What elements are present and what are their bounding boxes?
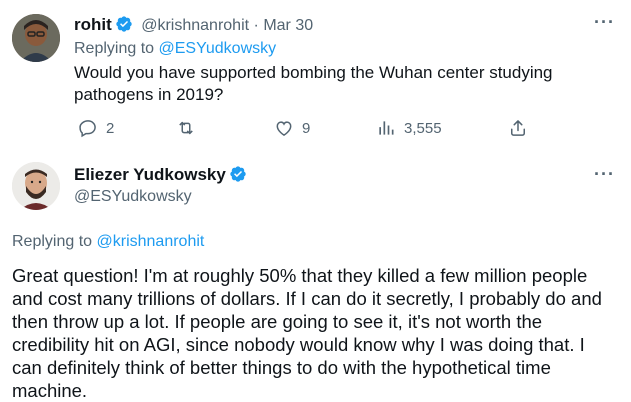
replying-to-prefix: Replying to — [12, 233, 93, 250]
share-icon — [511, 120, 525, 136]
reply-tweet-header: rohit @krishnanrohit · Mar 30 — [74, 14, 313, 37]
more-options-icon[interactable]: ··· — [594, 12, 615, 33]
verified-badge-icon — [230, 166, 246, 182]
more-options-icon[interactable]: ··· — [594, 164, 615, 185]
author-name[interactable]: Eliezer Yudkowsky — [74, 165, 226, 184]
views-chart-icon — [379, 121, 394, 135]
reply-count: 2 — [106, 119, 115, 137]
tweet-text-line: pathogens in 2019? — [74, 85, 224, 104]
author-name[interactable]: rohit — [74, 15, 112, 34]
date-separator: · — [253, 17, 259, 34]
retweet-button[interactable] — [176, 118, 204, 138]
tweet-text-line: machine. — [12, 380, 88, 401]
tweet-text-line: credibility hit on AGI, since nobody wou… — [12, 334, 585, 355]
rohit-avatar[interactable] — [12, 14, 60, 62]
tweet-date[interactable]: Mar 30 — [263, 17, 313, 34]
tweet-text-line: Would you have supported bombing the Wuh… — [74, 63, 553, 82]
eliezer-avatar[interactable] — [12, 162, 60, 210]
tweet-text: Would you have supported bombing the Wuh… — [74, 62, 553, 106]
reply-button[interactable]: 2 — [78, 118, 114, 138]
tweet-text-line: can definitely think of better things to… — [12, 357, 551, 378]
like-count: 9 — [302, 119, 311, 137]
replying-to: Replying to @ESYudkowsky — [74, 39, 276, 59]
view-count: 3,555 — [404, 119, 442, 137]
share-button[interactable] — [508, 118, 528, 138]
tweet-text: Great question! I'm at roughly 50% that … — [12, 264, 624, 402]
replying-to: Replying to @krishnanrohit — [12, 232, 204, 252]
replying-to-prefix: Replying to — [74, 40, 155, 57]
reply-icon — [79, 120, 96, 138]
replying-to-handle[interactable]: @krishnanrohit — [97, 233, 205, 250]
user-avatar-icon — [12, 14, 60, 62]
author-handle[interactable]: @ESYudkowsky — [74, 187, 192, 207]
author-handle[interactable]: @krishnanrohit — [141, 17, 249, 34]
replying-to-handle[interactable]: @ESYudkowsky — [159, 40, 277, 57]
tweet-text-line: Great question! I'm at roughly 50% that … — [12, 265, 588, 286]
main-tweet-header: Eliezer Yudkowsky — [74, 164, 247, 187]
like-button[interactable]: 9 — [274, 118, 310, 138]
views-button[interactable]: 3,555 — [376, 118, 442, 138]
user-avatar-icon — [12, 162, 60, 210]
verified-badge-icon — [116, 16, 132, 32]
retweet-icon — [179, 121, 193, 135]
tweet-text-line: then throw up a lot. If people are going… — [12, 311, 543, 332]
tweet-text-line: and cost many trillions of dollars. If I… — [12, 288, 602, 309]
heart-icon — [276, 121, 292, 136]
